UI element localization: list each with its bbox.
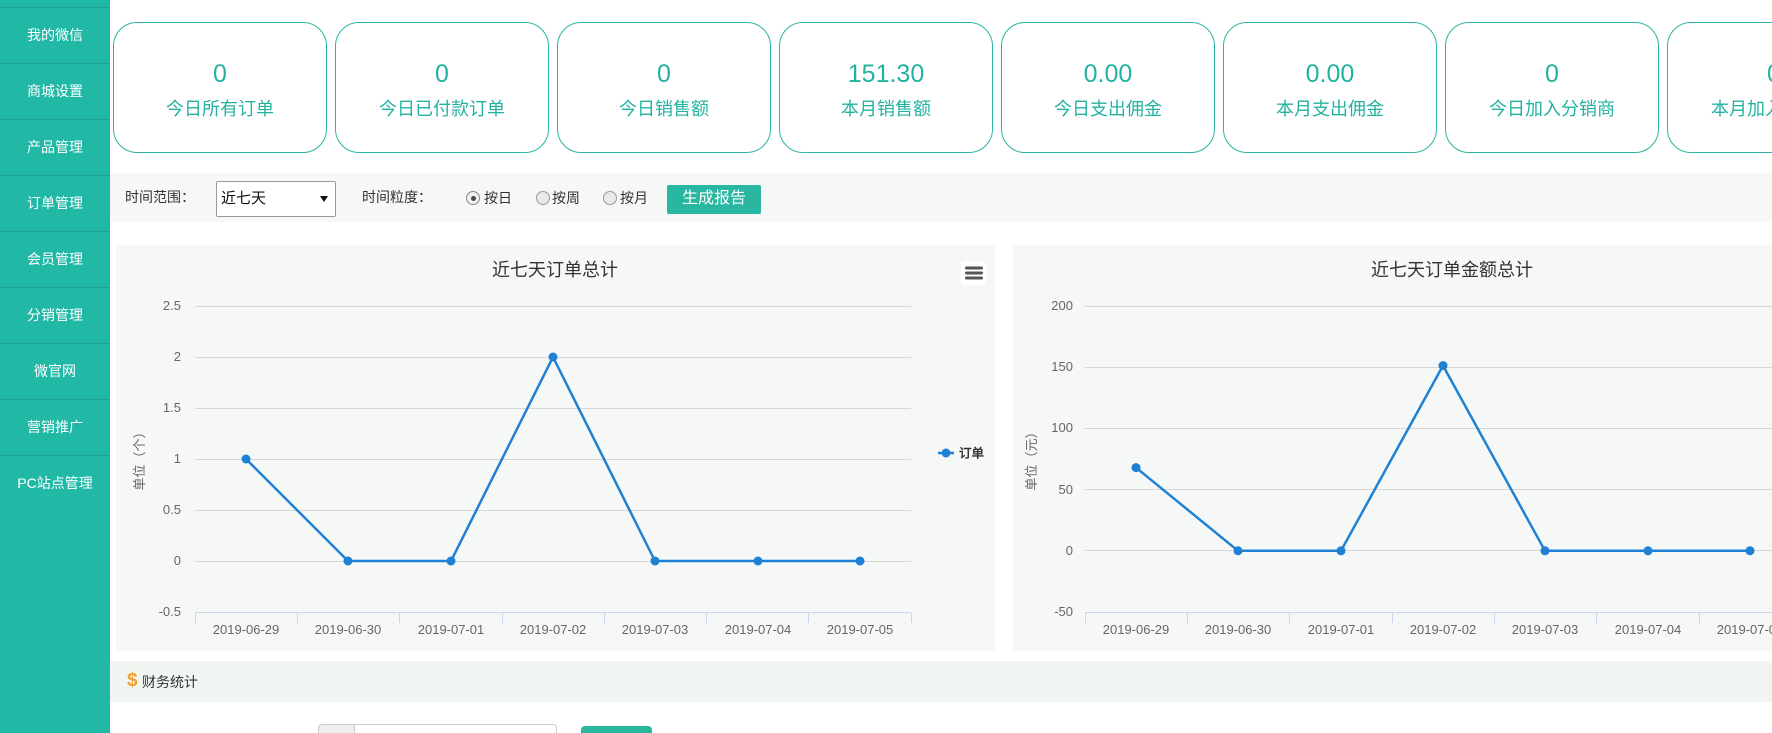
svg-text:2019-07-05: 2019-07-05 <box>827 622 894 637</box>
svg-text:2019-07-01: 2019-07-01 <box>1308 622 1375 637</box>
svg-text:2.5: 2.5 <box>163 298 181 313</box>
svg-text:2019-06-30: 2019-06-30 <box>1205 622 1272 637</box>
svg-text:2: 2 <box>174 349 181 364</box>
svg-text:2019-07-04: 2019-07-04 <box>725 622 792 637</box>
svg-text:100: 100 <box>1051 420 1073 435</box>
svg-text:200: 200 <box>1051 298 1073 313</box>
svg-text:订单: 订单 <box>959 446 985 461</box>
svg-text:近七天订单金额总计: 近七天订单金额总计 <box>1371 260 1533 280</box>
svg-text:150: 150 <box>1051 359 1073 374</box>
svg-text:单位（元）: 单位（元） <box>1024 425 1039 490</box>
svg-text:2019-06-29: 2019-06-29 <box>213 622 280 637</box>
svg-text:2019-07-02: 2019-07-02 <box>520 622 587 637</box>
svg-text:0: 0 <box>174 553 181 568</box>
svg-text:2019-06-30: 2019-06-30 <box>315 622 382 637</box>
svg-text:2019-07-03: 2019-07-03 <box>622 622 689 637</box>
svg-text:2019-06-29: 2019-06-29 <box>1103 622 1170 637</box>
svg-text:1: 1 <box>174 451 181 466</box>
svg-text:2019-07-05: 2019-07-05 <box>1717 622 1772 637</box>
svg-text:0.5: 0.5 <box>163 502 181 517</box>
svg-text:0: 0 <box>1066 543 1073 558</box>
svg-text:2019-07-04: 2019-07-04 <box>1615 622 1682 637</box>
svg-text:1.5: 1.5 <box>163 400 181 415</box>
svg-text:2019-07-02: 2019-07-02 <box>1410 622 1477 637</box>
svg-text:单位（个）: 单位（个） <box>132 425 147 490</box>
svg-text:2019-07-03: 2019-07-03 <box>1512 622 1579 637</box>
svg-text:2019-07-01: 2019-07-01 <box>418 622 485 637</box>
svg-text:-50: -50 <box>1054 604 1073 619</box>
svg-text:50: 50 <box>1059 482 1073 497</box>
svg-text:近七天订单总计: 近七天订单总计 <box>492 260 618 280</box>
svg-text:-0.5: -0.5 <box>159 604 181 619</box>
